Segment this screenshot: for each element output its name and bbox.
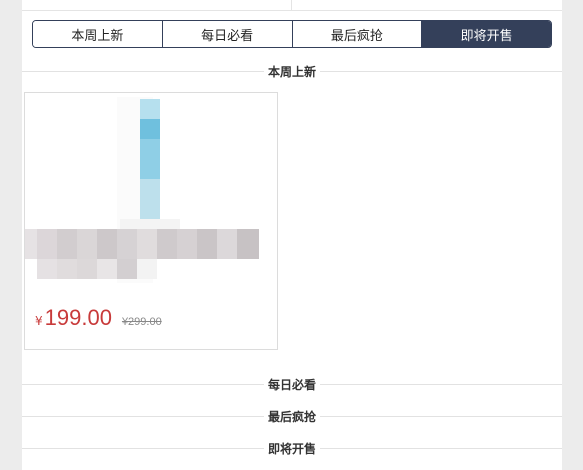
- product-card[interactable]: ¥ 199.00 ¥299.00: [24, 92, 278, 350]
- top-strip: [22, 0, 562, 11]
- section-title-label: 每日必看: [263, 375, 320, 393]
- tab-last-rush[interactable]: 最后疯抢: [292, 21, 423, 47]
- price-row: ¥ 199.00 ¥299.00: [35, 305, 267, 335]
- top-divider: [291, 0, 292, 10]
- section-title-label: 本周上新: [263, 62, 320, 80]
- current-price: 199.00: [44, 305, 112, 330]
- section-title-label: 最后疯抢: [263, 407, 320, 425]
- product-image: [25, 97, 259, 283]
- section-title-new-this-week: 本周上新: [22, 61, 562, 81]
- currency-symbol: ¥: [35, 314, 43, 328]
- section-title-daily-picks: 每日必看: [22, 374, 562, 394]
- tab-daily-picks[interactable]: 每日必看: [162, 21, 293, 47]
- section-title-label: 即将开售: [263, 439, 320, 457]
- tab-bar: 本周上新 每日必看 最后疯抢 即将开售: [32, 20, 552, 48]
- original-price: ¥299.00: [121, 316, 162, 328]
- tab-coming-soon[interactable]: 即将开售: [422, 21, 551, 47]
- section-title-coming-soon: 即将开售: [22, 438, 562, 458]
- page-content: 本周上新 每日必看 最后疯抢 即将开售 本周上新 ¥ 199.00 ¥299.0…: [22, 0, 562, 470]
- tab-new-this-week[interactable]: 本周上新: [33, 21, 163, 47]
- section-title-last-rush: 最后疯抢: [22, 406, 562, 426]
